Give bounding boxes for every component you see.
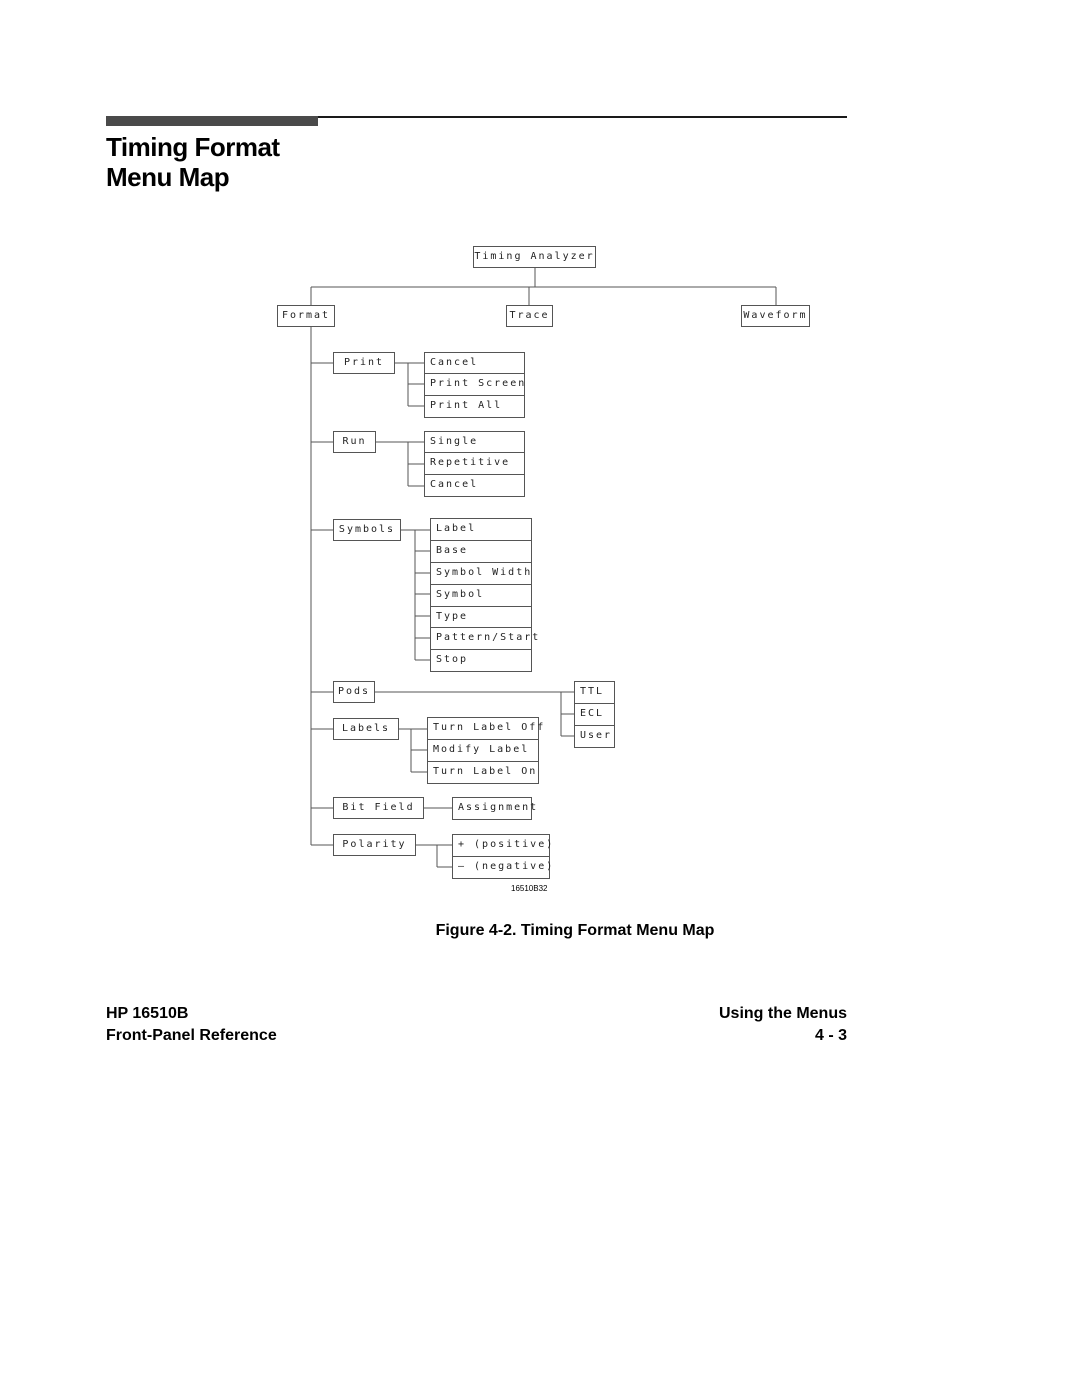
menu-box-symbols-base: Base <box>430 540 532 563</box>
menu-box-labels-turn-on: Turn Label On <box>427 761 539 784</box>
menu-box-polarity: Polarity <box>333 834 416 856</box>
menu-box-pods-ttl: TTL <box>574 681 615 704</box>
menu-map-diagram: Timing Analyzer Format Trace Waveform Pr… <box>0 0 1080 1397</box>
menu-box-timing-analyzer: Timing Analyzer <box>473 246 596 268</box>
menu-box-pods-user: User <box>574 725 615 748</box>
menu-box-waveform: Waveform <box>741 305 810 327</box>
menu-box-symbols-label: Label <box>430 518 532 541</box>
menu-box-run-cancel: Cancel <box>424 474 525 497</box>
menu-box-polarity-negative: — (negative) <box>452 856 552 879</box>
connector-lines <box>310 267 777 868</box>
menu-box-pods-ecl: ECL <box>574 703 615 726</box>
menu-box-print: Print <box>333 352 395 374</box>
menu-box-run-single: Single <box>424 431 525 453</box>
menu-box-print-cancel: Cancel <box>424 352 525 374</box>
menu-box-trace: Trace <box>506 305 553 327</box>
menu-box-symbols: Symbols <box>333 519 401 541</box>
figure-caption: Figure 4-2. Timing Format Menu Map <box>435 922 715 939</box>
menu-box-symbols-type: Type <box>430 606 532 629</box>
menu-box-bit-field: Bit Field <box>333 797 424 819</box>
footer-section: Using the Menus <box>718 1005 847 1022</box>
menu-box-polarity-positive: + (positive) <box>452 834 552 857</box>
footer-page-number: 4 - 3 <box>814 1027 847 1044</box>
footer-manual: Front-Panel Reference <box>106 1027 277 1044</box>
footer-product: HP 16510B <box>106 1005 189 1022</box>
menu-box-print-all: Print All <box>424 395 525 418</box>
menu-box-run: Run <box>333 431 376 453</box>
menu-box-labels: Labels <box>333 718 399 740</box>
menu-box-print-screen: Print Screen <box>424 373 525 396</box>
menu-box-symbols-pattern-start: Pattern/Start <box>430 627 538 650</box>
figure-id: 16510B32 <box>511 884 548 893</box>
menu-box-bit-field-assignment: Assignment <box>452 797 536 820</box>
menu-box-format: Format <box>277 305 335 327</box>
menu-box-pods: Pods <box>333 681 375 703</box>
menu-box-symbols-symbol-width: Symbol Width <box>430 562 532 585</box>
menu-box-run-repetitive: Repetitive <box>424 452 525 475</box>
menu-box-symbols-symbol: Symbol <box>430 584 532 607</box>
menu-box-labels-turn-off: Turn Label Off <box>427 717 543 740</box>
menu-box-symbols-stop: Stop <box>430 649 532 672</box>
menu-box-labels-modify: Modify Label <box>427 739 539 762</box>
